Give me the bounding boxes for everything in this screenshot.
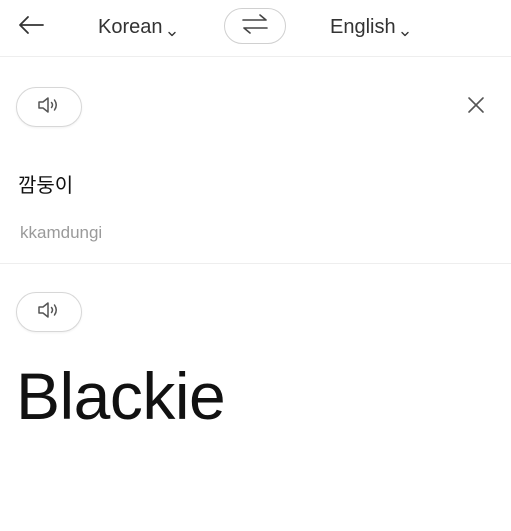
source-language-label: Korean: [98, 15, 163, 38]
swap-arrows-icon: [240, 13, 270, 40]
speaker-icon: [36, 300, 62, 325]
back-button[interactable]: [14, 10, 48, 44]
close-icon: [466, 95, 486, 120]
target-language-selector[interactable]: English: [330, 14, 410, 40]
chevron-down-icon: [400, 22, 410, 37]
clear-input-button[interactable]: [462, 93, 490, 121]
top-bar: Korean English: [0, 0, 511, 57]
target-language-label: English: [330, 15, 396, 38]
speaker-icon: [36, 95, 62, 120]
source-romanization: kkamdungi: [20, 223, 103, 242]
source-panel: 깜둥이 kkamdungi: [0, 57, 511, 264]
translation-text: Blackie: [16, 359, 226, 433]
target-speaker-button[interactable]: [16, 292, 82, 332]
arrow-left-icon: [17, 14, 45, 41]
source-language-selector[interactable]: Korean: [98, 14, 177, 40]
source-text[interactable]: 깜둥이: [18, 169, 73, 198]
source-speaker-button[interactable]: [16, 87, 82, 127]
chevron-down-icon: [167, 22, 177, 37]
swap-languages-button[interactable]: [224, 8, 286, 44]
target-panel: Blackie: [0, 264, 511, 531]
